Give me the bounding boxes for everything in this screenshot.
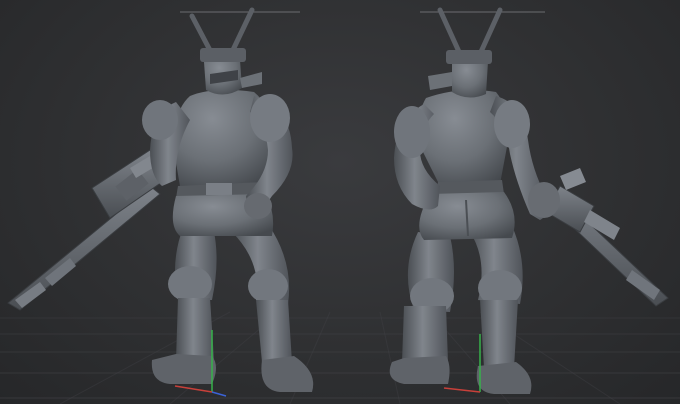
3d-viewport[interactable] (0, 0, 680, 404)
viewport-canvas[interactable] (0, 0, 680, 404)
ground-grid (0, 311, 680, 404)
legs (151, 224, 314, 392)
character-front-view[interactable] (7, 7, 314, 397)
character-back-view[interactable] (389, 7, 669, 394)
helmet (428, 50, 492, 98)
helmet (200, 48, 262, 95)
legs (389, 226, 532, 394)
rifle (539, 168, 669, 307)
helmet-antennas (437, 7, 503, 57)
rifle (7, 149, 169, 311)
